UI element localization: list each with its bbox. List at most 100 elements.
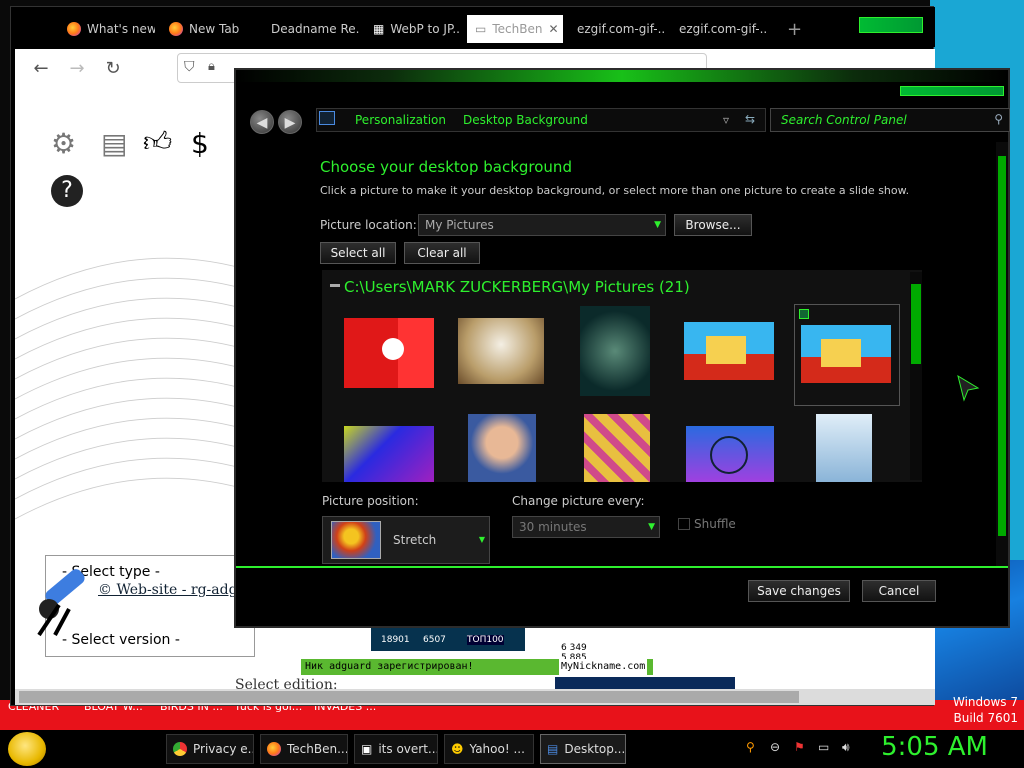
picture-thumbnail[interactable] xyxy=(684,322,774,380)
tab-new-tab[interactable]: New Tab xyxy=(161,15,257,43)
website-link[interactable]: © Web-site - rg-adgu xyxy=(98,582,247,598)
shuffle-label: Shuffle xyxy=(694,517,736,531)
save-changes-button[interactable]: Save changes xyxy=(748,580,850,602)
money-bag-icon[interactable]: $ xyxy=(191,127,209,160)
picture-thumbnail[interactable] xyxy=(468,414,536,482)
picture-location-select[interactable]: My Pictures ▼ xyxy=(418,214,666,236)
scrollbar-thumb[interactable] xyxy=(911,284,921,364)
promo-thumbnail xyxy=(555,677,735,689)
horizontal-scrollbar[interactable] xyxy=(15,689,935,705)
select-all-button[interactable]: Select all xyxy=(320,242,396,264)
tab-whats-new[interactable]: What's new xyxy=(59,15,155,43)
minus-icon[interactable]: ⊖ xyxy=(770,740,784,754)
chevron-down-icon: ▼ xyxy=(654,220,661,230)
back-button[interactable]: ◀ xyxy=(250,110,274,134)
tab-ezgif-1[interactable]: ezgif.com-gif-... xyxy=(569,15,665,43)
tab-label: ezgif.com-gif-... xyxy=(577,22,665,36)
chevron-down-icon: ▼ xyxy=(648,522,655,532)
firefox-icon xyxy=(67,22,81,36)
change-every-label: Change picture every: xyxy=(512,494,645,508)
tab-label: ezgif.com-gif-... xyxy=(679,22,767,36)
close-icon[interactable]: ✕ xyxy=(548,22,558,36)
chevron-down-icon[interactable]: ▿ xyxy=(723,113,729,127)
control-panel-icon xyxy=(319,111,335,125)
task-label: Yahoo! ... xyxy=(469,742,525,756)
clock[interactable]: 5:05 AM xyxy=(881,732,988,762)
new-tab-button[interactable]: + xyxy=(779,15,803,43)
scrollbar-thumb[interactable] xyxy=(19,691,799,703)
tab-webp[interactable]: ▦ WebP to JP... xyxy=(365,15,461,43)
picture-position-select[interactable]: Stretch ▼ xyxy=(322,516,490,564)
picture-thumbnail[interactable] xyxy=(580,306,650,396)
picture-thumbnail[interactable] xyxy=(816,414,872,482)
start-button[interactable] xyxy=(8,732,46,766)
search-icon[interactable]: ⚲ xyxy=(746,740,760,754)
picture-position-value: Stretch xyxy=(393,533,437,547)
collapse-icon[interactable] xyxy=(330,284,340,287)
picture-thumbnail[interactable] xyxy=(686,426,774,482)
window-controls[interactable] xyxy=(900,86,1004,96)
search-icon[interactable]: ⚲ xyxy=(994,112,1003,126)
forward-icon[interactable]: → xyxy=(65,57,89,81)
network-icon[interactable]: ▭ xyxy=(818,740,832,754)
forward-button[interactable]: ▶ xyxy=(278,110,302,134)
cancel-button[interactable]: Cancel xyxy=(862,580,936,602)
clear-all-button[interactable]: Clear all xyxy=(404,242,480,264)
search-control-panel[interactable]: Search Control Panel ⚲ xyxy=(770,108,1010,132)
flag-icon[interactable]: ⚑ xyxy=(794,740,808,754)
tab-ezgif-2[interactable]: ezgif.com-gif-... xyxy=(671,15,767,43)
title-bar-glow xyxy=(236,70,1008,82)
back-icon[interactable]: ← xyxy=(29,57,53,81)
change-every-select[interactable]: 30 minutes ▼ xyxy=(512,516,660,538)
select-edition-label: Select edition: xyxy=(235,677,338,689)
counter-value: 18901 xyxy=(381,635,410,645)
taskbar-item-yahoo[interactable]: ☻ Yahoo! ... xyxy=(444,734,534,764)
picture-thumbnail-selected[interactable] xyxy=(794,304,900,406)
picture-thumbnail[interactable] xyxy=(344,318,434,388)
control-panel-window: ◀ ▶ Personalization Desktop Background ▿… xyxy=(234,68,1010,628)
tab-techben[interactable]: ▭ TechBen ✕ xyxy=(467,15,563,43)
task-label: Privacy e... xyxy=(193,742,254,756)
scrollbar-thumb[interactable] xyxy=(998,156,1006,536)
nickname-banner[interactable]: Ник adguard зарегистрирован! MyNickname.… xyxy=(301,659,653,675)
task-label: its overt... xyxy=(378,742,438,756)
top100-badge: ТОП100 xyxy=(467,635,504,645)
reload-icon[interactable]: ↻ xyxy=(101,57,125,81)
main-scrollbar[interactable] xyxy=(996,142,1008,566)
shuffle-checkbox[interactable] xyxy=(678,518,690,530)
tab-label: New Tab xyxy=(189,22,240,36)
tab-deadname[interactable]: Deadname Re... xyxy=(263,15,359,43)
smiley-icon: ☻ xyxy=(451,742,464,756)
volume-icon[interactable]: 🔊︎ xyxy=(842,740,856,754)
breadcrumb-desktop-background[interactable]: Desktop Background xyxy=(463,113,588,127)
tab-label: Deadname Re... xyxy=(271,22,359,36)
window-controls[interactable] xyxy=(859,17,923,33)
gallery-scrollbar[interactable] xyxy=(910,272,922,480)
gear-icon[interactable]: ⚙ xyxy=(51,127,76,160)
picture-thumbnail[interactable] xyxy=(344,426,434,482)
taskbar-item-privacy[interactable]: Privacy e... xyxy=(166,734,254,764)
taskbar-item-techben[interactable]: TechBen... xyxy=(260,734,348,764)
task-label: TechBen... xyxy=(287,742,348,756)
chrome-icon xyxy=(173,742,187,756)
selected-checkbox[interactable] xyxy=(799,309,809,319)
os-build: Build 7601 xyxy=(953,711,1018,725)
nickname-message: Ник adguard зарегистрирован! xyxy=(305,661,474,672)
browse-button[interactable]: Browse... xyxy=(674,214,752,236)
picture-thumbnail[interactable] xyxy=(584,414,650,482)
document-icon: ▣ xyxy=(361,742,373,756)
taskbar-item-its-overt[interactable]: ▣ its overt... xyxy=(354,734,438,764)
os-name: Windows 7 xyxy=(952,695,1018,709)
taskbar-item-desktop[interactable]: ▤ Desktop... xyxy=(540,734,626,764)
picture-thumbnail[interactable] xyxy=(458,318,544,384)
flower-icon xyxy=(331,521,381,559)
refresh-icon[interactable]: ⇆ xyxy=(745,112,755,126)
chevron-down-icon: ▼ xyxy=(478,535,485,544)
database-icon[interactable]: ▤ xyxy=(101,127,127,160)
thumbs-up-icon[interactable]: 👍︎ xyxy=(143,125,172,159)
tab-label: WebP to JP... xyxy=(390,22,461,36)
folder-path: C:\Users\MARK ZUCKERBERG\My Pictures (21… xyxy=(344,278,690,296)
breadcrumb-personalization[interactable]: Personalization xyxy=(355,113,446,127)
help-icon[interactable]: ? xyxy=(51,175,83,207)
breadcrumb: Personalization Desktop Background ▿ ⇆ xyxy=(316,108,766,132)
